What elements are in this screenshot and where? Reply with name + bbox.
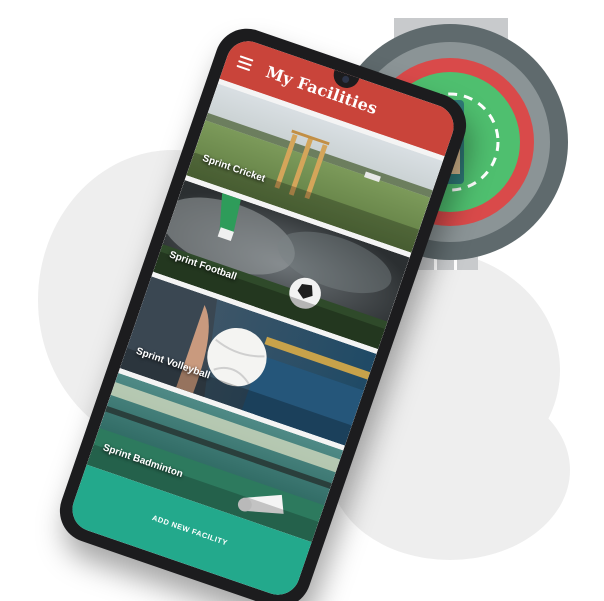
hamburger-menu-icon[interactable] xyxy=(236,55,254,72)
marketing-scene: My Facilities Sprint Cricket Sprint Foot… xyxy=(0,0,604,601)
camera-icon xyxy=(340,74,350,84)
